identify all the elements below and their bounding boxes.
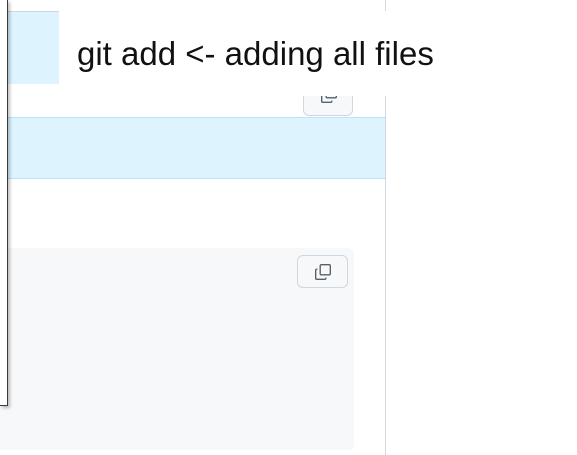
screen: git add <- adding all files	[0, 0, 577, 455]
annotation-caption: git add <- adding all files	[59, 11, 452, 96]
overlay-window-edge	[0, 0, 8, 406]
info-band	[0, 117, 385, 179]
info-highlight	[0, 12, 59, 84]
copy-code-button[interactable]	[297, 255, 348, 288]
copy-icon	[314, 263, 332, 286]
